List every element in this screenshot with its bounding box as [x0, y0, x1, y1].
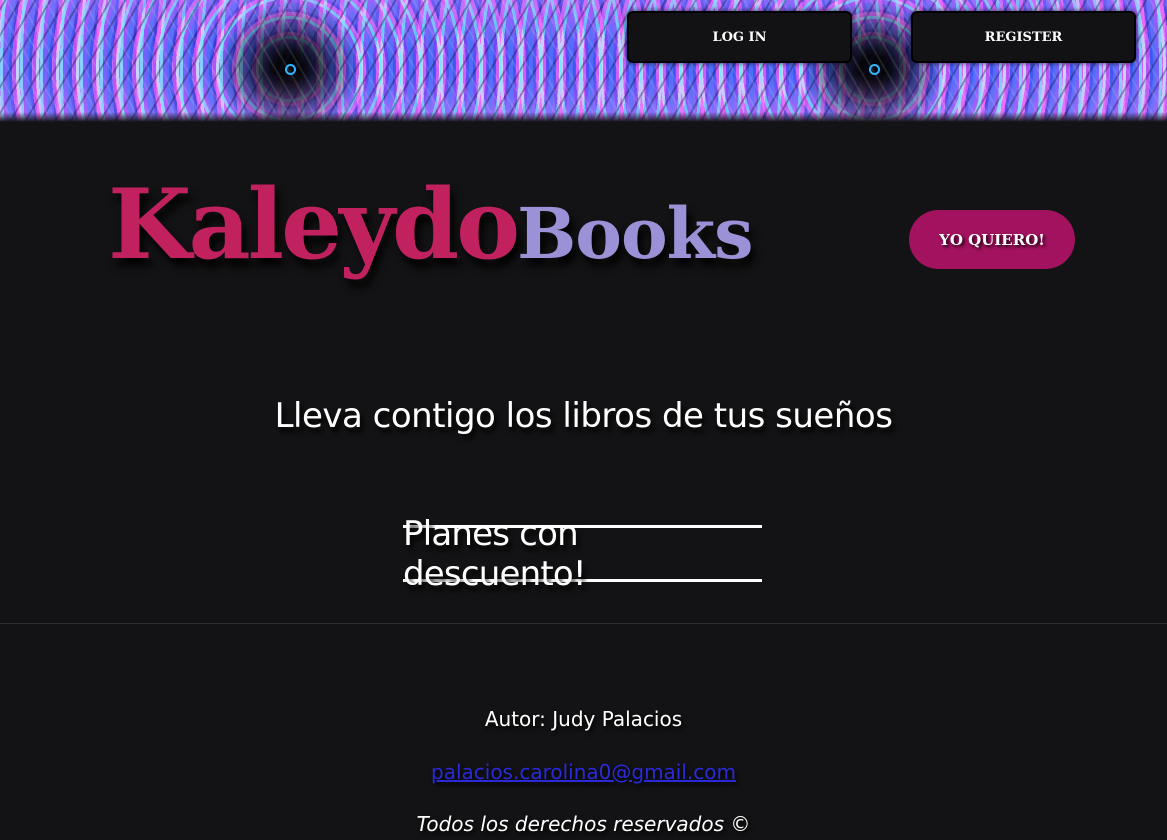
- logo-kaleydo: Kaleydo: [108, 168, 520, 281]
- register-button[interactable]: REGISTER: [911, 11, 1136, 63]
- kaleidoscope-eye-icon: [285, 64, 296, 75]
- footer-email: palacios.carolina0@gmail.com: [0, 760, 1167, 784]
- footer-divider: [0, 623, 1167, 624]
- login-button[interactable]: LOG IN: [627, 11, 852, 63]
- site-logo: KaleydoBooks: [108, 168, 754, 281]
- footer-author: Autor: Judy Palacios: [484, 707, 683, 731]
- header-banner: LOG IN REGISTER: [0, 0, 1167, 122]
- page: LOG IN REGISTER KaleydoBooks YO QUIERO! …: [0, 0, 1167, 840]
- discount-plans-link[interactable]: Planes con descuento!: [403, 514, 762, 594]
- kaleidoscope-eye-icon: [869, 64, 880, 75]
- email-link[interactable]: palacios.carolina0@gmail.com: [431, 760, 736, 784]
- yo-quiero-button[interactable]: YO QUIERO!: [909, 210, 1075, 269]
- footer-copyright: Todos los derechos reservados ©: [416, 812, 751, 836]
- logo-books: Books: [517, 192, 753, 275]
- tagline: Lleva contigo los libros de tus sueños: [274, 396, 893, 436]
